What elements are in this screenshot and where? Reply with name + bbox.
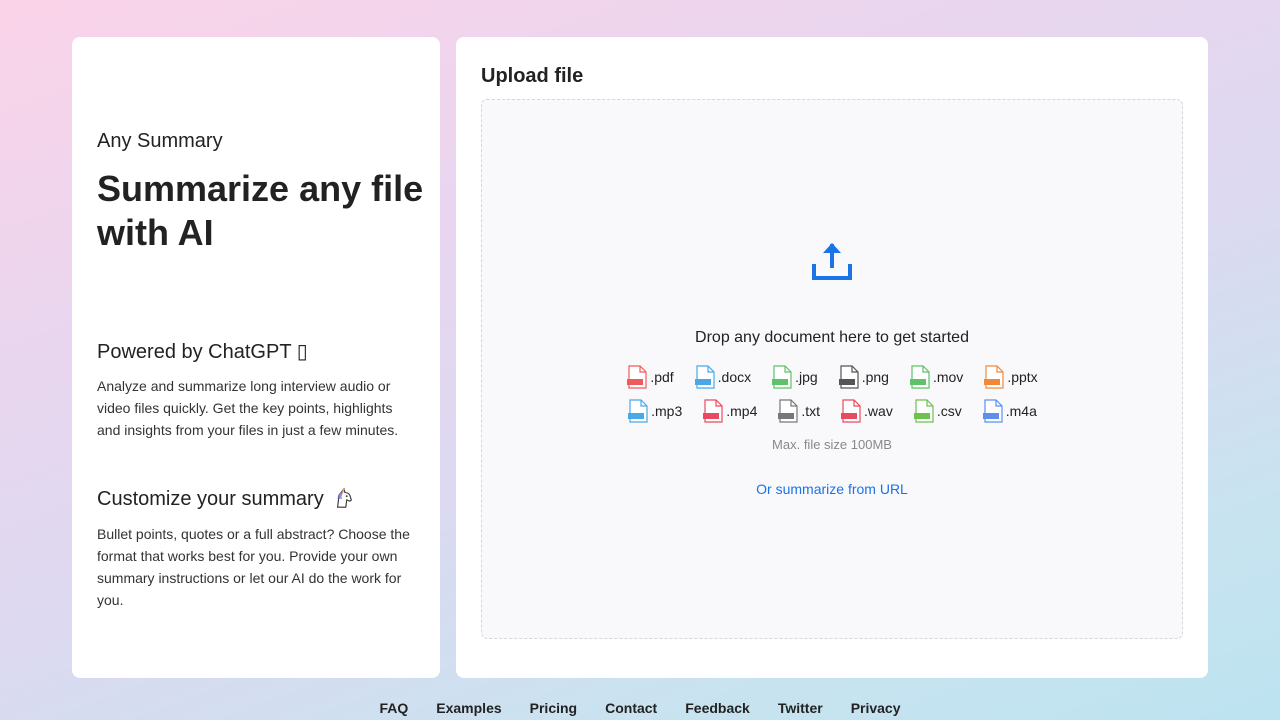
format-item-jpg: .jpg [771,365,818,389]
powered-by-title: Powered by ChatGPT ▯ [97,339,308,364]
format-item-txt: .txt [777,399,820,423]
upload-title: Upload file [481,65,584,87]
drop-instructions: Drop any document here to get started [695,329,969,346]
powered-by-title-text: Powered by ChatGPT [97,341,292,363]
file-mov-icon [909,365,930,389]
file-png-icon [838,365,859,389]
customize-title-text: Customize your summary [97,488,324,510]
hero-heading: Summarize any file with AI [97,168,424,253]
format-label: .csv [936,403,962,419]
file-jpg-icon [772,365,792,389]
file-pptx-icon [984,365,1004,389]
customize-title: Customize your summary [97,487,355,511]
format-item-m4a: .m4a [982,399,1037,423]
formats-row-1: .pdf .docx .jpg .png .mov .pptx [482,365,1182,389]
footer-link-pricing[interactable]: Pricing [530,700,577,716]
format-label: .wav [864,403,893,419]
upload-arrow-icon[interactable] [811,240,853,282]
format-item-wav: .wav [840,399,893,423]
max-file-size: Max. file size 100MB [772,437,892,452]
summarize-from-url-link[interactable]: Or summarize from URL [482,481,1182,497]
file-csv-icon [913,399,934,423]
format-label: .mp4 [726,403,758,419]
file-wav-icon [841,399,861,423]
format-label: .png [861,369,889,385]
file-m4a-icon [982,399,1003,423]
format-item-mp4: .mp4 [702,399,757,423]
file-pdf-icon [627,365,647,389]
format-item-pdf: .pdf [626,365,674,389]
footer-link-contact[interactable]: Contact [605,700,657,716]
format-item-csv: .csv [913,399,962,423]
footer-link-feedback[interactable]: Feedback [685,700,750,716]
app-name: Any Summary [97,130,223,152]
file-dropzone[interactable]: Drop any document here to get started .p… [481,99,1183,639]
powered-by-title-suffix: ▯ [296,341,308,363]
format-item-mp3: .mp3 [627,399,682,423]
footer-link-privacy[interactable]: Privacy [851,700,901,716]
format-item-mov: .mov [909,365,963,389]
footer-link-examples[interactable]: Examples [436,700,501,716]
file-docx-icon [694,365,715,389]
format-label: .txt [801,403,821,419]
file-mp4-icon [703,399,723,423]
format-item-docx: .docx [694,365,751,389]
footer-nav: FAQ Examples Pricing Contact Feedback Twitter… [0,700,1280,716]
footer-link-faq[interactable]: FAQ [379,700,408,716]
format-label: .m4a [1005,403,1037,419]
format-label: .jpg [795,369,818,385]
format-label: .mp3 [651,403,683,419]
format-item-png: .png [838,365,889,389]
upload-panel: Upload file Drop any document here to ge… [456,37,1208,678]
formats-row-2: .mp3 .mp4 .txt .wav .csv .m4a [482,399,1182,423]
footer-link-twitter[interactable]: Twitter [778,700,823,716]
powered-by-text: Analyze and summarize long interview aud… [97,378,399,438]
format-item-pptx: .pptx [983,365,1038,389]
file-mp3-icon [628,399,648,423]
format-label: .pptx [1007,369,1038,385]
format-label: .mov [932,369,964,385]
customize-text: Bullet points, quotes or a full abstract… [97,526,410,608]
unicorn-emoji-icon [337,487,353,508]
format-label: .pdf [650,369,674,385]
info-panel: Any Summary Summarize any file with AI P… [72,37,440,678]
format-label: .docx [717,369,752,385]
file-txt-icon [778,399,798,423]
